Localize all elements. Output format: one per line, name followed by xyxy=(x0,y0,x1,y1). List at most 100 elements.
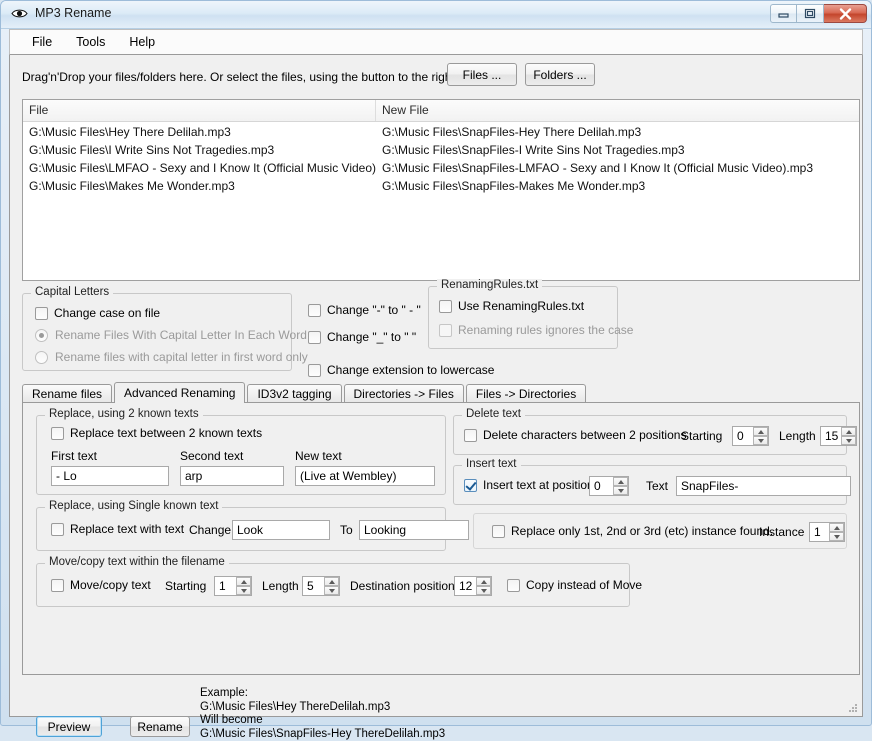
table-row[interactable]: G:\Music Files\Hey There Delilah.mp3 G:\… xyxy=(23,125,859,143)
stepper-down[interactable] xyxy=(613,486,628,495)
stepper-down[interactable] xyxy=(753,436,768,445)
checkbox-box xyxy=(308,303,321,317)
replace-instance-label: Replace only 1st, 2nd or 3rd (etc) insta… xyxy=(511,524,774,538)
table-row[interactable]: G:\Music Files\Makes Me Wonder.mp3 G:\Mu… xyxy=(23,179,859,197)
change-underscore-label: Change "_" to " " xyxy=(327,330,417,344)
window-title: MP3 Rename xyxy=(35,6,112,20)
table-row[interactable]: G:\Music Files\I Write Sins Not Tragedie… xyxy=(23,143,859,161)
folders-button[interactable]: Folders ... xyxy=(525,63,595,86)
move-length-stepper[interactable] xyxy=(302,576,340,596)
stepper-down[interactable] xyxy=(841,436,856,445)
checkbox-box xyxy=(507,578,520,592)
close-button[interactable] xyxy=(824,4,867,23)
extension-lowercase-checkbox[interactable]: Change extension to lowercase xyxy=(308,363,494,377)
menu-item-help[interactable]: Help xyxy=(117,32,167,52)
stepper-up[interactable] xyxy=(753,427,768,436)
file-list[interactable]: File New File G:\Music Files\Hey There D… xyxy=(22,99,860,281)
change-label: Change xyxy=(189,523,232,537)
stepper-arrows[interactable] xyxy=(476,577,491,595)
rename-button[interactable]: Rename xyxy=(130,716,190,737)
checkbox-box xyxy=(51,578,64,592)
tab-files-to-directories[interactable]: Files -> Directories xyxy=(465,384,587,403)
move-starting-stepper[interactable] xyxy=(214,576,252,596)
menu-item-tools[interactable]: Tools xyxy=(64,32,117,52)
stepper-up[interactable] xyxy=(841,427,856,436)
stepper-down[interactable] xyxy=(324,586,339,595)
stepper-up[interactable] xyxy=(613,477,628,486)
destination-position-stepper[interactable] xyxy=(454,576,492,596)
tab-directories-to-files[interactable]: Directories -> Files xyxy=(343,384,464,403)
cell-new-file: G:\Music Files\SnapFiles-I Write Sins No… xyxy=(382,143,685,157)
file-list-header: File New File xyxy=(23,100,859,122)
checkbox-box xyxy=(439,323,452,337)
change-underscore-checkbox[interactable]: Change "_" to " " xyxy=(308,330,416,344)
radio-capital-first-word[interactable]: Rename files with capital letter in firs… xyxy=(35,350,308,364)
instance-stepper[interactable] xyxy=(809,522,845,542)
change-case-checkbox[interactable]: Change case on file xyxy=(35,306,160,320)
files-button[interactable]: Files ... xyxy=(447,63,517,86)
column-header-file[interactable]: File xyxy=(23,100,376,121)
move-copy-text-checkbox[interactable]: Move/copy text xyxy=(51,578,151,592)
change-case-label: Change case on file xyxy=(54,306,161,320)
copy-instead-of-move-label: Copy instead of Move xyxy=(526,578,643,592)
resize-grip[interactable] xyxy=(847,702,859,714)
stepper-up[interactable] xyxy=(476,577,491,586)
change-to-input[interactable] xyxy=(359,520,469,540)
stepper-arrows[interactable] xyxy=(753,427,768,445)
change-dash-label: Change "-" to " - " xyxy=(327,303,421,317)
instance-label: Instance xyxy=(759,525,805,539)
insert-text-input[interactable] xyxy=(676,476,851,496)
replace-single-text-title: Replace, using Single known text xyxy=(45,500,223,512)
stepper-arrows[interactable] xyxy=(324,577,339,595)
tab-panel-advanced-renaming: Replace, using 2 known texts Replace tex… xyxy=(22,402,860,675)
stepper-down[interactable] xyxy=(476,586,491,595)
replace-instance-checkbox[interactable]: Replace only 1st, 2nd or 3rd (etc) insta… xyxy=(492,524,773,538)
insert-text-position-checkbox[interactable]: Insert text at position xyxy=(464,478,594,492)
drop-hint-label: Drag'n'Drop your files/folders here. Or … xyxy=(22,70,455,84)
replace-between-two-texts-checkbox[interactable]: Replace text between 2 known texts xyxy=(51,426,262,440)
title-bar-left: MP3 Rename xyxy=(11,6,111,20)
change-from-input[interactable] xyxy=(232,520,330,540)
tab-id3v2-tagging[interactable]: ID3v2 tagging xyxy=(247,384,342,403)
new-text-input[interactable] xyxy=(295,466,435,486)
maximize-button[interactable] xyxy=(797,4,824,23)
stepper-up[interactable] xyxy=(829,523,844,532)
copy-instead-of-move-checkbox[interactable]: Copy instead of Move xyxy=(507,578,642,592)
delete-starting-stepper[interactable] xyxy=(732,426,769,446)
stepper-up[interactable] xyxy=(236,577,251,586)
stepper-down[interactable] xyxy=(236,586,251,595)
first-text-input[interactable] xyxy=(51,466,169,486)
delete-characters-checkbox[interactable]: Delete characters between 2 positions xyxy=(464,428,686,442)
menu-item-file[interactable]: File xyxy=(20,32,64,52)
rules-ignore-case-checkbox[interactable]: Renaming rules ignores the case xyxy=(439,323,633,337)
delete-length-stepper[interactable] xyxy=(820,426,857,446)
stepper-down[interactable] xyxy=(829,532,844,541)
insert-text-title: Insert text xyxy=(462,458,521,470)
table-row[interactable]: G:\Music Files\LMFAO - Sexy and I Know I… xyxy=(23,161,859,179)
stepper-arrows[interactable] xyxy=(841,427,856,445)
stepper-arrows[interactable] xyxy=(236,577,251,595)
use-renaming-rules-label: Use RenamingRules.txt xyxy=(458,299,585,313)
first-text-label: First text xyxy=(51,449,98,463)
tab-strip: Rename files Advanced Renaming ID3v2 tag… xyxy=(22,382,860,403)
insert-text-position-label: Insert text at position xyxy=(483,478,594,492)
insert-position-stepper[interactable] xyxy=(589,476,629,496)
tab-advanced-renaming[interactable]: Advanced Renaming xyxy=(114,382,246,403)
renaming-rules-title: RenamingRules.txt xyxy=(437,279,543,291)
stepper-arrows[interactable] xyxy=(829,523,844,541)
move-length-label: Length xyxy=(262,579,299,593)
example-text: Example: G:\Music Files\Hey ThereDelilah… xyxy=(200,687,446,740)
preview-button[interactable]: Preview xyxy=(36,716,102,737)
insert-text-group: Insert text Insert text at position Text xyxy=(453,458,851,505)
change-dash-checkbox[interactable]: Change "-" to " - " xyxy=(308,303,421,317)
minimize-button[interactable] xyxy=(770,4,797,23)
radio-capital-each-word[interactable]: Rename Files With Capital Letter In Each… xyxy=(35,328,307,342)
use-renaming-rules-checkbox[interactable]: Use RenamingRules.txt xyxy=(439,299,584,313)
stepper-arrows[interactable] xyxy=(613,477,628,495)
stepper-up[interactable] xyxy=(324,577,339,586)
replace-two-texts-group: Replace, using 2 known texts Replace tex… xyxy=(36,408,446,495)
second-text-input[interactable] xyxy=(180,466,284,486)
replace-text-with-text-checkbox[interactable]: Replace text with text xyxy=(51,522,184,536)
tab-rename-files[interactable]: Rename files xyxy=(22,384,113,403)
column-header-new-file[interactable]: New File xyxy=(376,100,859,121)
